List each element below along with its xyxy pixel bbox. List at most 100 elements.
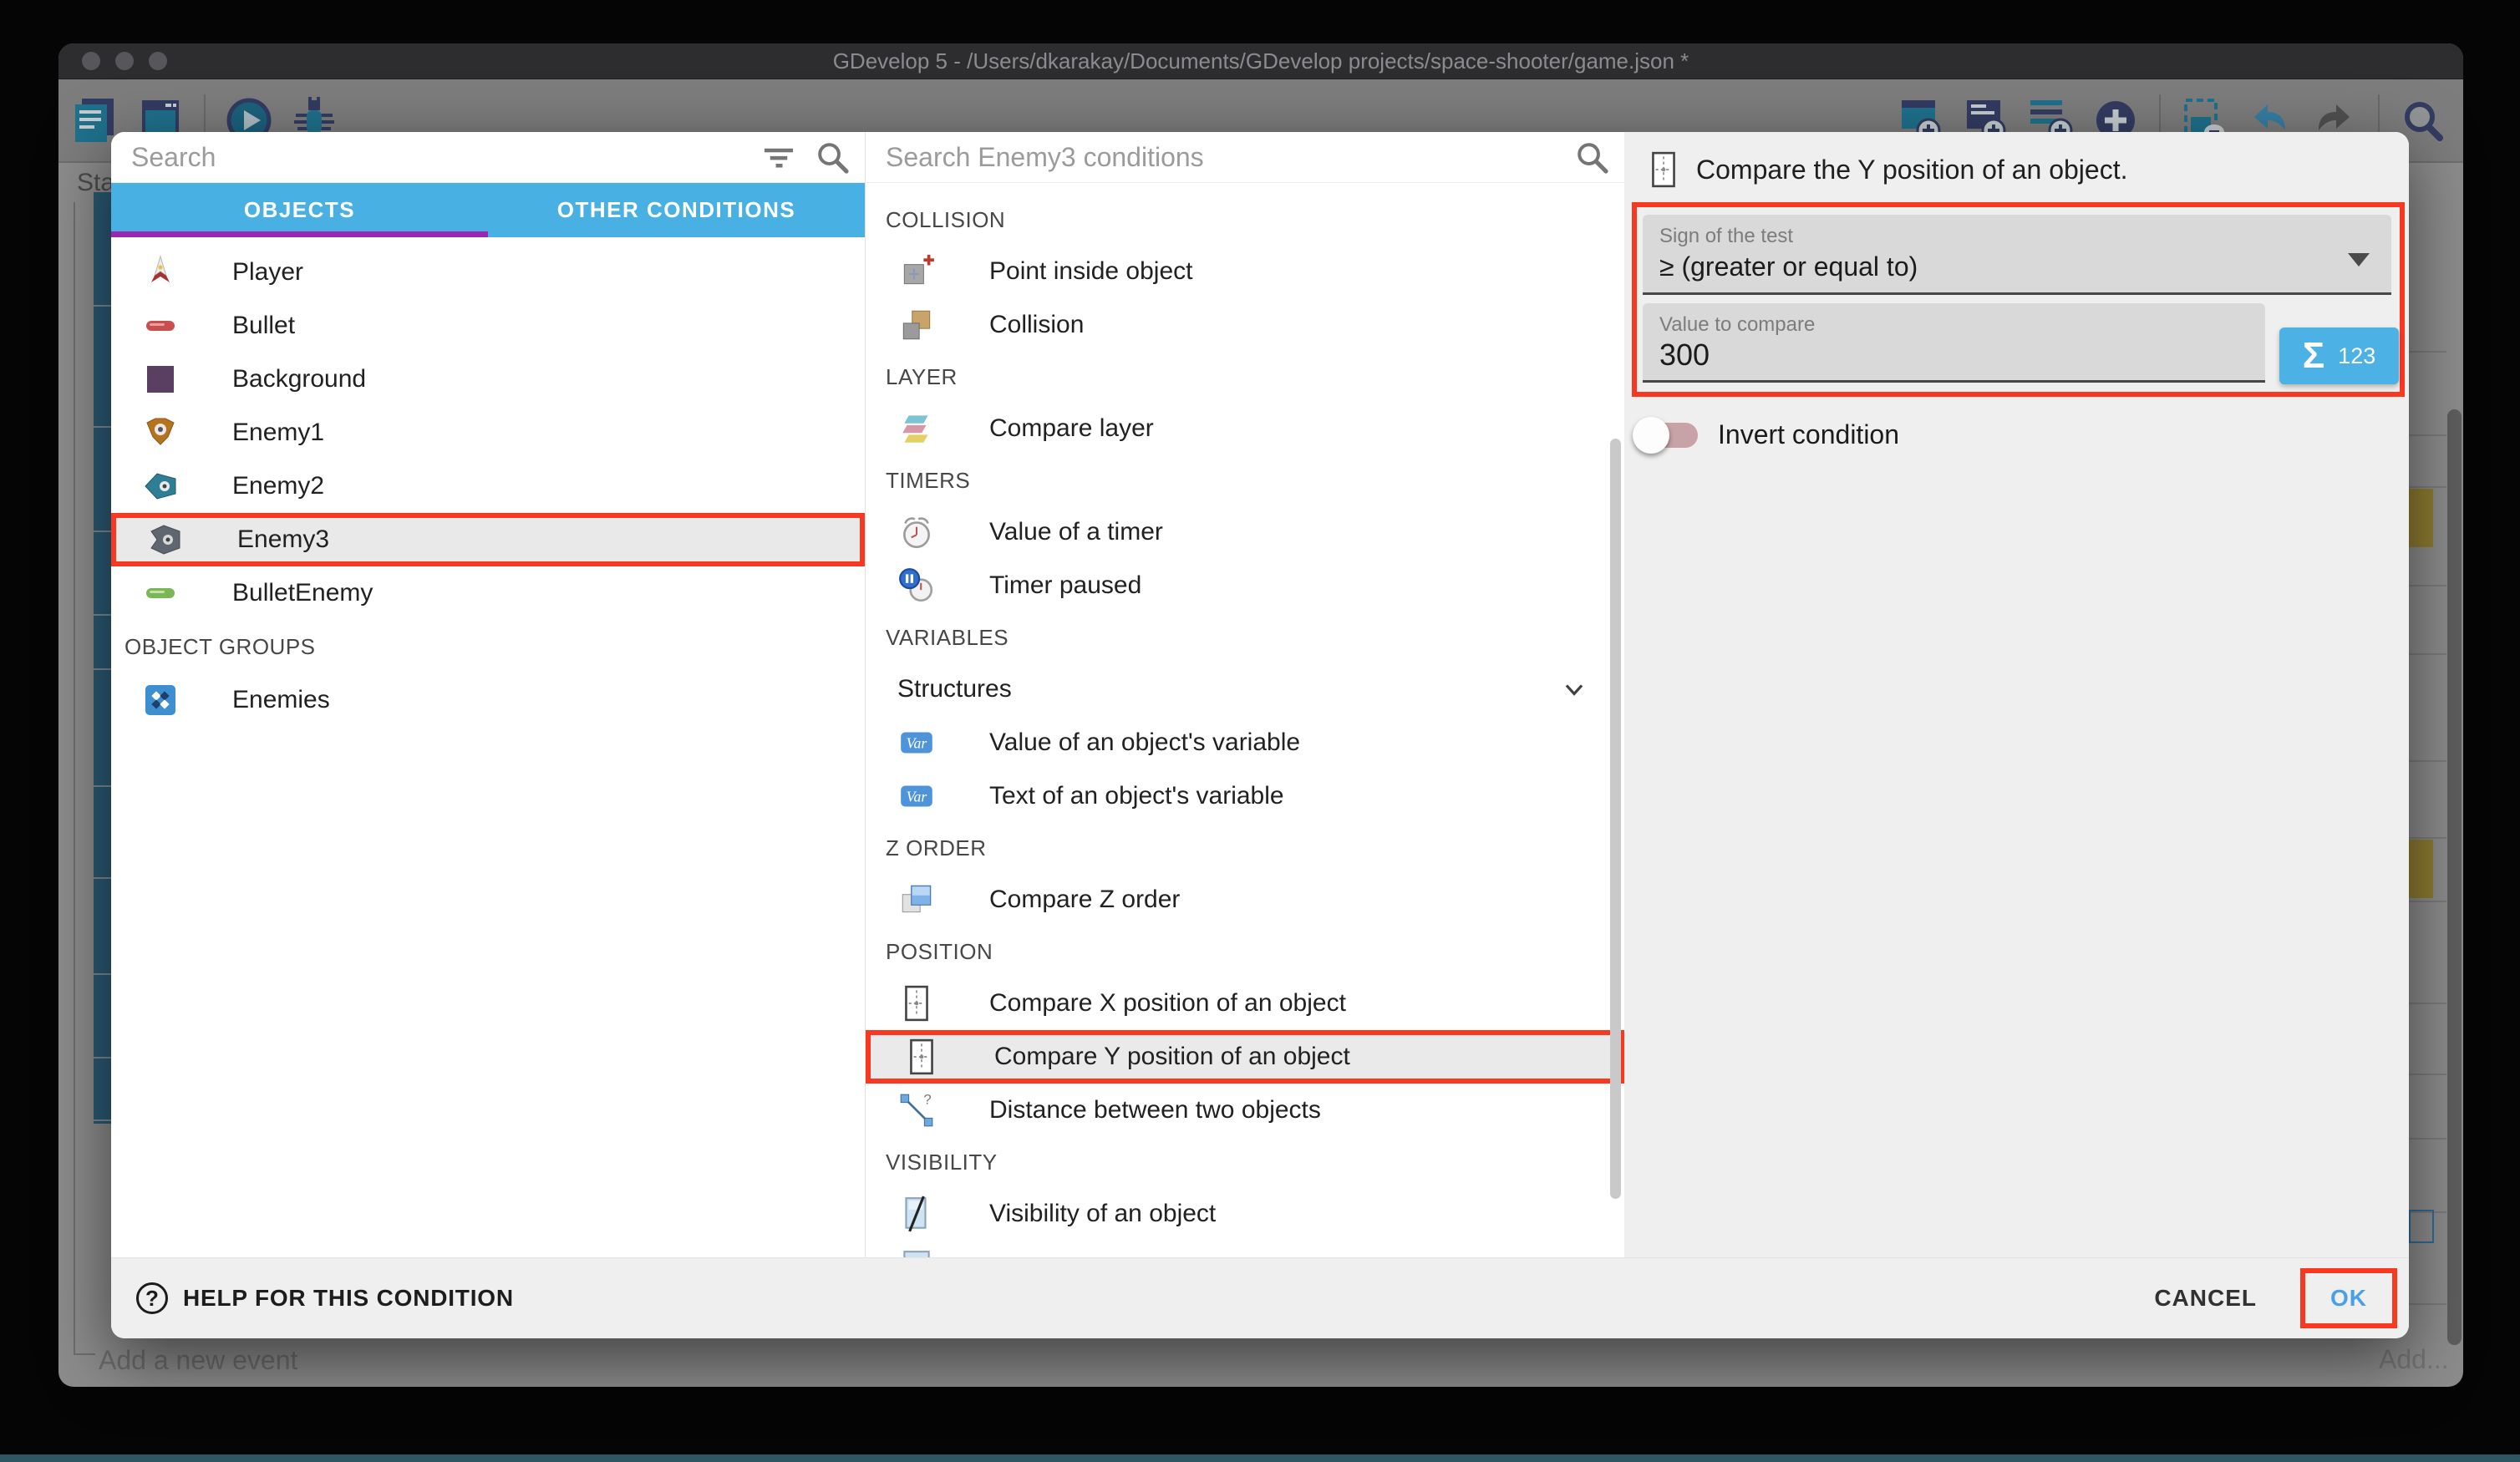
conditions-panel: COLLISIONPoint inside objectCollisionLAY… [865, 132, 1624, 1257]
object-label: Enemy2 [232, 472, 324, 500]
condition-section-header: COLLISION [866, 195, 1624, 245]
svg-text:Var: Var [907, 788, 927, 805]
objects-search-row [111, 132, 865, 183]
conditions-scrollbar[interactable] [1610, 439, 1621, 1199]
group-row-enemies[interactable]: Enemies [111, 673, 865, 727]
tabs: OBJECTS OTHER CONDITIONS [111, 183, 865, 237]
event-row-divider [2409, 1303, 2446, 1305]
filter-icon[interactable] [758, 136, 800, 178]
highlighted-event-cell [2409, 840, 2433, 898]
bullet-green-icon [142, 575, 179, 612]
toggle-knob [1633, 417, 1669, 454]
event-row-divider [94, 1119, 111, 1121]
condition-item-timer-paused[interactable]: Timer paused [866, 559, 1624, 612]
object-label: Background [232, 365, 366, 393]
objects-search-input[interactable] [111, 132, 758, 182]
cancel-button[interactable]: CANCEL [2154, 1285, 2257, 1312]
event-row-divider [2409, 901, 2446, 902]
dialog-footer: ? HELP FOR THIS CONDITION CANCEL OK [111, 1257, 2409, 1338]
help-button-label: HELP FOR THIS CONDITION [183, 1285, 514, 1312]
condition-item-value-of-an-object-s-variable[interactable]: Var Value of an object's variable [866, 716, 1624, 769]
event-row-divider [2409, 653, 2446, 655]
events-tree-line [74, 202, 75, 1355]
sigma-icon: Σ [2303, 338, 2324, 374]
tab-objects[interactable]: OBJECTS [111, 183, 488, 237]
layers-icon [897, 409, 936, 448]
event-row-divider [2409, 837, 2446, 839]
object-groups-header: OBJECT GROUPS [111, 620, 865, 673]
add-event-label: Add a new event [99, 1345, 297, 1376]
condition-item-compare-y-position-of-an-object[interactable]: Compare Y position of an object [866, 1030, 1624, 1084]
tutorial-highlight-ok: OK [2300, 1268, 2397, 1328]
condition-label: Visibility of an object [989, 1200, 1216, 1228]
event-row-divider [2409, 351, 2446, 353]
expression-button-label: 123 [2338, 343, 2375, 369]
condition-section-header: POSITION [866, 926, 1624, 977]
condition-section-header: LAYER [866, 352, 1624, 402]
position-grid-icon [1644, 150, 1683, 189]
enemy1-ship-icon [142, 414, 179, 451]
invert-condition-label: Invert condition [1718, 416, 1899, 453]
condition-label: Compare Y position of an object [994, 1043, 1350, 1071]
events-conditions-column [94, 192, 111, 1124]
position-grid-icon [902, 1038, 941, 1076]
condition-item-distance-between-two-objects[interactable]: ?Distance between two objects [866, 1084, 1624, 1137]
position-grid-icon [897, 984, 936, 1023]
svg-text:Var: Var [907, 734, 927, 751]
dropdown-arrow-icon [2348, 253, 2370, 267]
desktop-bottom-strip [0, 1454, 2520, 1462]
condition-item-compare-x-position-of-an-object[interactable]: Compare X position of an object [866, 977, 1624, 1030]
accordion-label: Structures [897, 675, 1012, 703]
condition-detail-panel: Compare the Y position of an object. Sig… [1624, 132, 2409, 1257]
object-row-enemy3[interactable]: Enemy3 [111, 513, 865, 566]
z-order-icon [897, 881, 936, 919]
invert-condition-row: Invert condition [1624, 416, 2409, 453]
event-row-divider [2409, 1074, 2446, 1075]
active-tab-indicator [111, 231, 488, 237]
conditions-search-input[interactable] [866, 132, 1571, 182]
selected-event-cell [2409, 1210, 2434, 1243]
sign-of-test-label: Sign of the test [1659, 225, 1793, 248]
event-row-divider [94, 426, 111, 428]
condition-item-collision[interactable]: Collision [866, 298, 1624, 352]
condition-section-header: VARIABLES [866, 612, 1624, 662]
condition-label: Value of an object's variable [989, 728, 1300, 757]
event-row-divider [94, 785, 111, 787]
desktop: GDevelop 5 - /Users/dkarakay/Documents/G… [0, 0, 2520, 1462]
condition-item-point-inside-object[interactable]: Point inside object [866, 245, 1624, 298]
object-row-bulletenemy[interactable]: BulletEnemy [111, 566, 865, 620]
structures-accordion[interactable]: Structures [866, 662, 1624, 716]
condition-label: Text of an object's variable [989, 782, 1284, 810]
object-row-background[interactable]: Background [111, 353, 865, 406]
clipped-item-icon [897, 1248, 936, 1257]
event-row-divider [94, 668, 111, 670]
help-button[interactable]: ? HELP FOR THIS CONDITION [136, 1282, 514, 1314]
window-title: GDevelop 5 - /Users/dkarakay/Documents/G… [58, 48, 2463, 74]
sign-of-test-value: ≥ (greater or equal to) [1659, 251, 1918, 282]
object-row-bullet[interactable]: Bullet [111, 299, 865, 353]
object-row-player[interactable]: Player [111, 246, 865, 299]
condition-item-value-of-a-timer[interactable]: Value of a timer [866, 505, 1624, 559]
condition-item-compare-layer[interactable]: Compare layer [866, 402, 1624, 455]
help-icon: ? [136, 1282, 168, 1314]
condition-item-compare-z-order[interactable]: Compare Z order [866, 873, 1624, 926]
events-tree-line-foot [74, 1353, 95, 1355]
tab-other-conditions[interactable]: OTHER CONDITIONS [488, 183, 865, 237]
search-icon[interactable] [1571, 136, 1613, 178]
search-icon[interactable] [811, 136, 853, 178]
ok-button[interactable]: OK [2330, 1285, 2367, 1312]
expression-editor-button[interactable]: Σ 123 [2279, 327, 2399, 384]
invert-condition-toggle[interactable] [1643, 423, 1698, 448]
condition-item-visibility-of-an-object[interactable]: Visibility of an object [866, 1187, 1624, 1241]
events-scrollbar[interactable] [2447, 409, 2462, 1345]
object-row-enemy2[interactable]: Enemy2 [111, 459, 865, 513]
condition-section-header: TIMERS [866, 455, 1624, 505]
object-label: Bullet [232, 312, 295, 340]
condition-item-text-of-an-object-s-variable[interactable]: Var Text of an object's variable [866, 769, 1624, 823]
condition-item-clipped[interactable] [866, 1241, 1624, 1257]
condition-label: Distance between two objects [989, 1096, 1321, 1124]
value-to-compare-field[interactable]: Value to compare 300 [1643, 303, 2265, 383]
sign-of-test-select[interactable]: Sign of the test ≥ (greater or equal to) [1643, 215, 2391, 295]
object-row-enemy1[interactable]: Enemy1 [111, 406, 865, 459]
condition-label: Timer paused [989, 571, 1141, 600]
